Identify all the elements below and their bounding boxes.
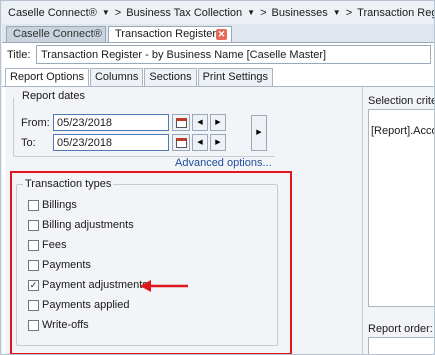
dropdown-arrow-icon[interactable]: ▼ [333, 8, 341, 17]
title-label: Title: [7, 49, 31, 61]
range-next-button[interactable]: ▶ [251, 115, 267, 151]
billings-checkbox[interactable] [28, 199, 39, 211]
checkbox-label: Write-offs [42, 319, 89, 331]
from-prev-button[interactable]: ◀ [192, 114, 208, 131]
to-calendar-button[interactable] [172, 134, 190, 151]
calendar-icon [175, 137, 187, 148]
breadcrumb-separator: > [114, 6, 122, 19]
checkbox-row-write-offs[interactable]: Write-offs [28, 319, 89, 331]
payments-checkbox[interactable] [28, 259, 39, 271]
breadcrumb-item-transaction-register[interactable]: Transaction Register [357, 7, 434, 19]
checkbox-label: Fees [42, 239, 67, 251]
from-date-input[interactable] [53, 114, 169, 131]
report-order-box[interactable] [368, 337, 434, 354]
tab-caselle-connect[interactable]: Caselle Connect® [6, 26, 106, 42]
checkbox-label: Billings [42, 199, 77, 211]
billing-adjustments-checkbox[interactable] [28, 219, 39, 231]
payment-adjustments-checkbox[interactable]: ✓ [28, 279, 39, 291]
breadcrumb-root[interactable]: Caselle Connect® [8, 7, 97, 19]
selection-criteria-box[interactable]: [Report].Accour [368, 109, 434, 307]
checkbox-row-billing-adjustments[interactable]: Billing adjustments [28, 219, 134, 231]
breadcrumb: Caselle Connect® ▼ > Business Tax Collec… [2, 2, 434, 23]
to-next-button[interactable]: ▶ [210, 134, 226, 151]
transaction-types-legend: Transaction types [23, 178, 114, 190]
advanced-options-link[interactable]: Advanced options... [175, 157, 272, 169]
close-icon[interactable]: ✕ [216, 29, 227, 40]
fees-checkbox[interactable] [28, 239, 39, 251]
checkbox-row-payments-applied[interactable]: Payments applied [28, 299, 129, 311]
to-label: To: [21, 137, 36, 149]
checkbox-label: Payment adjustments [42, 279, 148, 291]
subtab-bar: Report Options Columns Sections Print Se… [5, 68, 274, 87]
tab-sections[interactable]: Sections [144, 68, 197, 86]
from-next-button[interactable]: ▶ [210, 114, 226, 131]
checkbox-label: Payments [42, 259, 91, 271]
breadcrumb-item-businesses[interactable]: Businesses [272, 7, 328, 19]
checkbox-row-payment-adjustments[interactable]: ✓ Payment adjustments [28, 279, 148, 291]
from-label: From: [21, 117, 50, 129]
tab-print-settings[interactable]: Print Settings [197, 68, 274, 86]
tab-transaction-register[interactable]: Transaction Register ✕ [108, 26, 232, 42]
tab-columns[interactable]: Columns [89, 68, 144, 86]
breadcrumb-item-business-tax[interactable]: Business Tax Collection [126, 7, 242, 19]
checkbox-row-fees[interactable]: Fees [28, 239, 66, 251]
report-order-label: Report order: [368, 323, 433, 335]
to-prev-button[interactable]: ◀ [192, 134, 208, 151]
main-content: Title: Report Options Columns Sections P… [2, 42, 434, 354]
to-date-input[interactable] [53, 134, 169, 151]
payments-applied-checkbox[interactable] [28, 299, 39, 311]
dropdown-arrow-icon[interactable]: ▼ [247, 8, 255, 17]
checkbox-row-payments[interactable]: Payments [28, 259, 91, 271]
selection-criteria-text: [Report].Accour [371, 125, 434, 137]
report-dates-legend: Report dates [20, 90, 87, 102]
selection-criteria-label: Selection criteria: [368, 95, 434, 107]
checkbox-label: Payments applied [42, 299, 130, 311]
tab-label: Caselle Connect® [13, 28, 102, 40]
write-offs-checkbox[interactable] [28, 319, 39, 331]
breadcrumb-separator: > [260, 6, 267, 19]
report-options-panel: Report dates From: ◀ ▶ To: ◀ ▶ ▶ Advance… [5, 87, 362, 354]
from-calendar-button[interactable] [172, 114, 190, 131]
calendar-icon [175, 117, 187, 128]
checkbox-label: Billing adjustments [42, 219, 134, 231]
breadcrumb-separator: > [345, 6, 353, 19]
window: Caselle Connect® ▼ > Business Tax Collec… [0, 0, 435, 355]
title-input[interactable] [36, 45, 431, 64]
document-tabstrip: Caselle Connect® Transaction Register ✕ [2, 24, 434, 42]
checkbox-row-billings[interactable]: Billings [28, 199, 77, 211]
tab-report-options[interactable]: Report Options [5, 68, 89, 87]
dropdown-arrow-icon[interactable]: ▼ [102, 8, 110, 17]
arrow-left-icon [140, 280, 188, 292]
tab-label: Transaction Register [115, 28, 217, 40]
right-panel: Selection criteria: [Report].Accour Repo… [362, 87, 434, 354]
